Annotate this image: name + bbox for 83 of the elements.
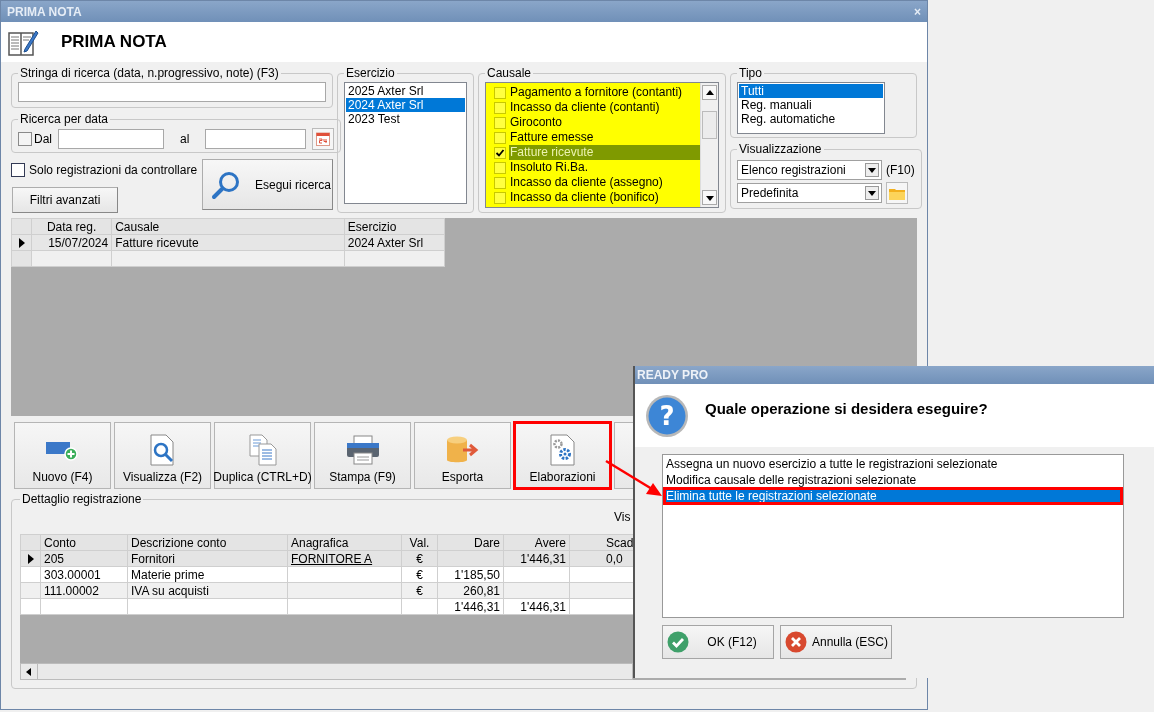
group-label: Esercizio [345,66,396,80]
group-label: Dettaglio registrazione [21,492,143,506]
checkbox[interactable] [494,191,506,204]
ok-button[interactable]: OK (F12) [662,625,774,659]
list-item[interactable]: Elimina tutte le registrazioni selezionate [664,488,1122,504]
column-header[interactable]: Data reg. [31,218,112,235]
checkbox[interactable] [494,116,506,129]
toolbar-button[interactable]: Stampa (F9) [314,422,411,489]
group-label: Ricerca per data [19,112,110,126]
checkbox[interactable] [18,132,32,146]
list-item[interactable]: Incasso da cliente (assegno) [509,175,663,190]
calendar-button[interactable] [312,128,335,150]
document-gears-icon [547,434,578,466]
checkbox[interactable] [494,101,506,114]
list-item[interactable]: Insoluto Ri.Ba. [509,160,589,175]
list-item[interactable]: Giroconto [509,115,563,130]
list-item[interactable]: Tutti [739,84,883,98]
toolbar-button[interactable]: Duplica (CTRL+D) [214,422,311,489]
checkbox[interactable] [494,131,506,144]
annotation-arrow [605,459,662,496]
database-export-icon [444,435,481,465]
window-title: PRIMA NOTA [7,4,82,19]
calendar-icon [316,132,331,146]
filters-button[interactable]: Filtri avanzati [12,187,118,213]
toolbar-button[interactable]: Visualizza (F2) [114,422,211,489]
cancel-button[interactable]: Annulla (ESC) [780,625,892,659]
list-item[interactable]: Incasso da cliente (contanti) [509,100,660,115]
list-item[interactable]: 2025 Axter Srl [346,84,465,98]
dialog-question: Quale operazione si desidera eseguire? [705,400,988,417]
question-icon: ? [645,394,689,438]
list-item[interactable]: 2023 Test [346,112,465,126]
column-header[interactable]: Val. [401,534,438,551]
field-label: al [180,132,190,146]
list-item[interactable]: Reg. automatiche [739,112,883,126]
list-item[interactable]: Assegna un nuovo esercizio a tutte le registrazioni selezionate [664,456,1122,472]
list-item[interactable]: Reg. manuali [739,98,883,112]
column-header[interactable]: Causale [111,218,345,235]
cancel-icon [785,631,807,653]
checkbox[interactable] [494,176,506,189]
column-header[interactable]: Esercizio [344,218,445,235]
folder-icon [889,186,905,200]
column-header[interactable]: Conto [40,534,128,551]
printer-icon [345,435,380,465]
list-item[interactable]: Pagamento a fornitore (contanti) [509,85,683,100]
layout-dropdown[interactable]: Predefinita [737,183,882,203]
list-item[interactable]: Fatture emesse [509,130,594,145]
column-header[interactable]: Scad [569,534,634,551]
copy-documents-icon [247,434,278,466]
checkbox[interactable] [11,163,25,177]
check-icon [667,631,689,653]
toolbar-button[interactable]: Esporta [414,422,511,489]
list-item[interactable]: Modifica causale delle registrazioni selezionate [664,472,1122,488]
page-title: PRIMA NOTA [61,32,167,52]
view-dropdown[interactable]: Elenco registrazioni [737,160,882,180]
column-header[interactable]: Anagrafica [287,534,402,551]
list-item[interactable]: Incasso da cliente (bonifico) [509,190,659,205]
group-label: Stringa di ricerca (data, n.progressivo, note) (F3) [19,66,280,80]
checkbox-label: Dal [34,132,52,146]
group-label: Tipo [738,66,763,80]
folder-button[interactable] [886,182,908,204]
checkbox[interactable] [494,146,506,159]
date-field[interactable] [205,129,307,149]
toolbar-button[interactable]: Nuovo (F4) [14,422,111,489]
list-item[interactable]: 2024 Axter Srl [346,98,465,112]
checkbox-label: Solo registrazioni da controllare [29,163,198,177]
dialog-title: READY PRO [635,366,1154,384]
toolbar-button[interactable]: Elaborazioni [514,422,611,489]
checkbox[interactable] [494,161,506,174]
checkbox[interactable] [494,86,506,99]
shortcut-label: (F10) [886,163,915,177]
label: Vis [614,510,631,524]
group-label: Visualizzazione [738,142,823,156]
column-header[interactable]: Avere [503,534,570,551]
column-header[interactable]: Descrizione conto [127,534,288,551]
date-field[interactable] [58,129,164,149]
horizontal-scrollbar[interactable] [20,663,633,680]
column-header[interactable]: Dare [437,534,504,551]
search-icon [211,169,241,200]
scrollbar[interactable] [700,83,718,207]
search-field[interactable] [18,82,326,102]
search-button[interactable]: Esegui ricerca [202,159,333,210]
group-label: Causale [486,66,533,80]
toolbar-button[interactable] [614,422,634,489]
